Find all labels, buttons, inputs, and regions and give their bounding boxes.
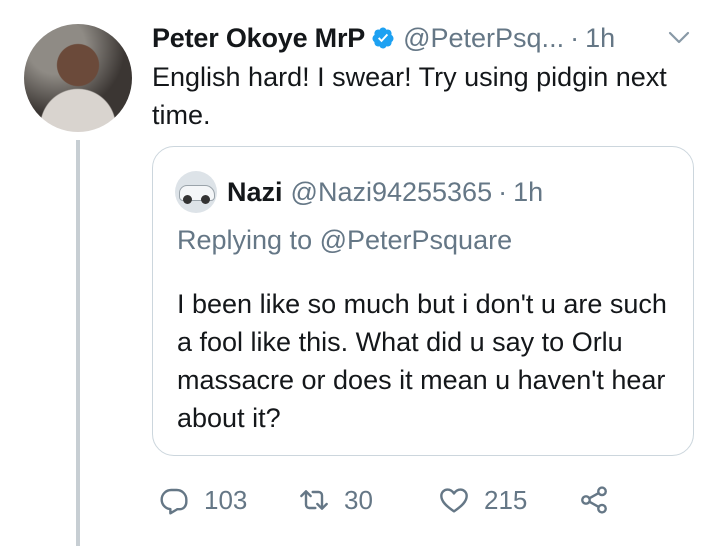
share-button[interactable] bbox=[578, 478, 610, 522]
verified-badge-icon bbox=[371, 26, 395, 50]
reply-button[interactable]: 103 bbox=[158, 478, 247, 522]
retweet-icon bbox=[300, 490, 328, 510]
share-icon bbox=[581, 486, 607, 514]
quoted-tweet-time: 1h bbox=[513, 176, 544, 207]
separator-dot: · bbox=[498, 176, 508, 207]
author-name[interactable]: Peter Okoye MrP bbox=[152, 23, 365, 54]
author-avatar[interactable] bbox=[24, 24, 132, 132]
quoted-tweet-text: I been like so much but i don't u are su… bbox=[177, 289, 667, 433]
quoted-author-handle: @Nazi94255365 bbox=[290, 176, 493, 207]
tweet-text: English hard! I swear! Try using pidgin … bbox=[152, 62, 667, 130]
tweet-actions: 103 30 215 bbox=[152, 478, 692, 522]
author-handle[interactable]: @PeterPsq... bbox=[403, 23, 564, 54]
quoted-author-avatar bbox=[175, 171, 217, 213]
like-count: 215 bbox=[484, 484, 528, 515]
reply-count: 103 bbox=[204, 484, 248, 515]
like-button[interactable]: 215 bbox=[438, 478, 527, 522]
tweet-header: Peter Okoye MrP @PeterPsq... · 1h bbox=[152, 18, 615, 58]
retweet-count: 30 bbox=[344, 484, 373, 515]
tweet-time[interactable]: 1h bbox=[585, 23, 615, 54]
like-icon bbox=[440, 488, 468, 513]
quoted-tweet-card[interactable]: Nazi @Nazi94255365 · 1h Replying to @Pet… bbox=[152, 146, 694, 456]
reply-icon bbox=[160, 488, 188, 515]
retweet-button[interactable]: 30 bbox=[298, 478, 373, 522]
quoted-tweet-header: Nazi @Nazi94255365 · 1h bbox=[175, 171, 543, 213]
replying-to-label: Replying to @PeterPsquare bbox=[177, 225, 513, 255]
thread-line bbox=[76, 140, 80, 546]
separator-dot: · bbox=[570, 22, 580, 53]
quoted-author-name: Nazi bbox=[227, 176, 283, 207]
chevron-down-icon[interactable] bbox=[664, 22, 694, 52]
